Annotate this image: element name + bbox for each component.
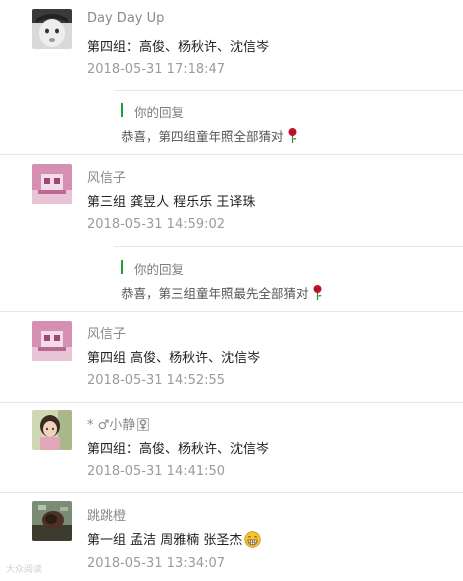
comment-time: 2018-05-31 13:34:07	[87, 556, 226, 571]
grin-emoji-icon	[244, 531, 262, 548]
comment-divider	[0, 402, 463, 403]
comment-text: 第四组：高俊、杨秋许、沈信岑	[87, 40, 270, 55]
commenter-name-row: * ♂小静	[87, 414, 150, 433]
avatar[interactable]	[32, 321, 72, 361]
reply-text: 恭喜，第三组童年照最先全部猜对	[121, 286, 309, 301]
commenter-name: 跳跳橙	[87, 509, 127, 524]
reply-divider	[114, 246, 463, 247]
commenter-name: * ♂小静	[87, 418, 136, 433]
reply-divider	[114, 90, 463, 91]
comment-divider	[0, 154, 463, 155]
avatar[interactable]	[32, 9, 72, 49]
reply-label: 你的回复	[134, 105, 185, 120]
commenter-name: 风信子	[87, 171, 127, 186]
comment-time: 2018-05-31 14:59:02	[87, 217, 226, 232]
avatar-image	[32, 9, 72, 49]
avatar[interactable]	[32, 501, 72, 541]
watermark: 大众阅读	[6, 565, 43, 575]
avatar[interactable]	[32, 410, 72, 450]
avatar-image	[32, 410, 72, 450]
comment-text-row: 第一组 孟洁 周雅楠 张圣杰	[87, 529, 262, 548]
commenter-name: Day Day Up	[87, 11, 165, 26]
reply-indicator	[121, 260, 123, 274]
rose-icon	[313, 285, 322, 300]
female-symbol-icon	[137, 418, 150, 431]
comment-text: 第四组：高俊、杨秋许、沈信岑	[87, 442, 270, 457]
reply-label: 你的回复	[134, 262, 185, 277]
avatar[interactable]	[32, 164, 72, 204]
commenter-name: 风信子	[87, 327, 127, 342]
comment-text: 第一组 孟洁 周雅楠 张圣杰	[87, 533, 243, 548]
reply-text-row: 恭喜，第三组童年照最先全部猜对	[121, 283, 323, 302]
comment-time: 2018-05-31 14:41:50	[87, 464, 226, 479]
avatar-image	[32, 164, 72, 204]
avatar-image	[32, 321, 72, 361]
comment-time: 2018-05-31 14:52:55	[87, 373, 226, 388]
comment-divider	[0, 492, 463, 493]
avatar-image	[32, 501, 72, 541]
reply-text: 恭喜，第四组童年照全部猜对	[121, 129, 284, 144]
reply-indicator	[121, 103, 123, 117]
comment-time: 2018-05-31 17:18:47	[87, 62, 226, 77]
reply-text-row: 恭喜，第四组童年照全部猜对	[121, 126, 298, 145]
comment-text: 第三组 龚昱人 程乐乐 王译珠	[87, 195, 256, 210]
rose-icon	[288, 128, 297, 143]
comment-divider	[0, 311, 463, 312]
comment-text: 第四组 高俊、杨秋许、沈信岑	[87, 351, 261, 366]
